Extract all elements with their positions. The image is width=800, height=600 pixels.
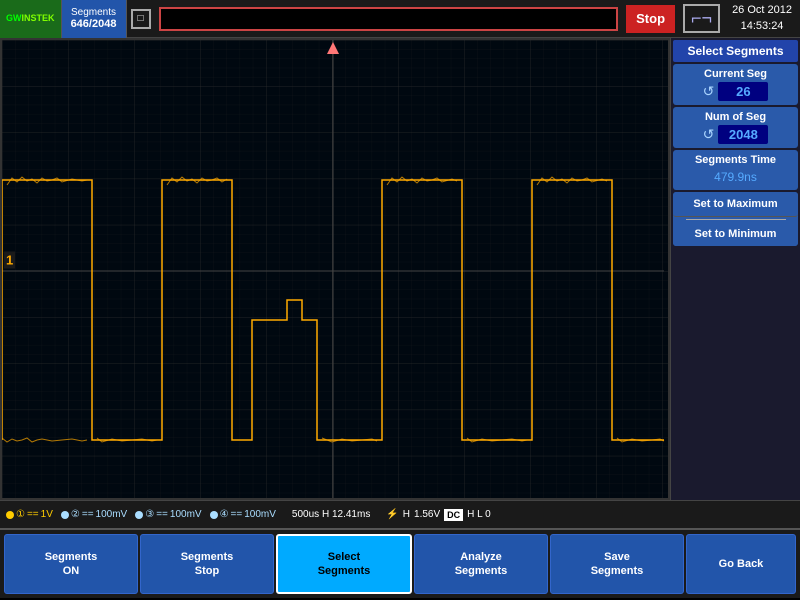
scope-screen: 1 xyxy=(0,38,670,500)
datetime: 26 Oct 2012 14:53:24 xyxy=(724,1,800,36)
ch2-equals: == xyxy=(82,509,94,520)
ch2-value: 100mV xyxy=(96,509,128,520)
set-to-maximum-button[interactable]: Set to Maximum xyxy=(673,192,798,217)
ch1-marker: 1 xyxy=(4,251,15,268)
dc-badge: DC xyxy=(444,509,463,521)
ch4-equals: == xyxy=(231,509,243,520)
analyze-segments-line1: Analyze xyxy=(460,550,502,564)
ch1-num: ① xyxy=(16,509,25,520)
ch1-value: 1V xyxy=(41,509,53,520)
segments-time-label: Segments Time xyxy=(695,154,776,166)
ch4-dot xyxy=(210,511,218,519)
waveform-svg xyxy=(2,40,668,498)
gwinstek-logo: GWINSTEK xyxy=(0,0,62,38)
segments-on-line2: ON xyxy=(63,564,80,578)
main-area: 1 Select Segments Current Seg ↺ 26 Num o… xyxy=(0,38,800,500)
ch2-dot xyxy=(61,511,69,519)
trigger-h-label: H xyxy=(403,509,410,520)
segments-on-line1: Segments xyxy=(45,550,98,564)
segments-time-block: Segments Time 479.9ns xyxy=(673,150,798,190)
trigger-h-value: 1.56V xyxy=(414,509,440,520)
current-seg-label: Current Seg xyxy=(704,68,767,80)
hl-values: H L 0 xyxy=(467,509,491,520)
ch1-indicator: ① == 1V xyxy=(6,509,53,520)
num-of-seg-block: Num of Seg ↺ 2048 xyxy=(673,107,798,148)
segments-on-button[interactable]: Segments ON xyxy=(4,534,138,594)
save-segments-button[interactable]: Save Segments xyxy=(550,534,684,594)
segments-time-value: 479.9ns xyxy=(712,168,759,186)
h-value: 12.41ms xyxy=(332,509,370,520)
status-bar: ① == 1V ② == 100mV ③ == 100mV ④ == 100mV… xyxy=(0,500,800,528)
num-of-seg-reset-icon[interactable]: ↺ xyxy=(703,126,715,143)
analyze-segments-button[interactable]: Analyze Segments xyxy=(414,534,548,594)
timebase-info: 500us H 12.41ms xyxy=(292,509,370,520)
go-back-button[interactable]: Go Back xyxy=(686,534,796,594)
num-of-seg-value: 2048 xyxy=(718,125,768,144)
ch3-num: ③ xyxy=(145,509,154,520)
save-segments-line2: Segments xyxy=(591,564,644,578)
ch3-dot xyxy=(135,511,143,519)
current-seg-block: Current Seg ↺ 26 xyxy=(673,64,798,105)
current-seg-reset-icon[interactable]: ↺ xyxy=(703,83,715,100)
trigger-info: ⚡ H 1.56V DC H L 0 xyxy=(386,509,490,521)
segments-stop-line2: Stop xyxy=(195,564,219,578)
stop-button[interactable]: Stop xyxy=(626,5,675,33)
divider xyxy=(686,219,786,220)
ch4-value: 100mV xyxy=(244,509,276,520)
set-max-min-block: Set to Maximum Set to Minimum xyxy=(673,192,798,246)
ch4-indicator: ④ == 100mV xyxy=(210,509,276,520)
timebase-h: H xyxy=(322,509,329,520)
ch3-indicator: ③ == 100mV xyxy=(135,509,201,520)
select-segments-header: Select Segments xyxy=(673,40,798,62)
go-back-label: Go Back xyxy=(719,557,764,571)
trigger-display xyxy=(159,7,619,31)
ch1-dot xyxy=(6,511,14,519)
save-segments-line1: Save xyxy=(604,550,630,564)
ch2-indicator: ② == 100mV xyxy=(61,509,127,520)
segments-value: 646/2048 xyxy=(71,18,117,30)
top-bar: GWINSTEK Segments 646/2048 □ Stop ⌐¬ 26 … xyxy=(0,0,800,38)
select-segments-line1: Select xyxy=(328,550,360,564)
waveform-indicator: □ xyxy=(131,9,151,29)
segments-counter: Segments 646/2048 xyxy=(62,0,127,38)
select-segments-button[interactable]: Select Segments xyxy=(276,534,412,594)
ch2-num: ② xyxy=(71,509,80,520)
date: 26 Oct 2012 xyxy=(732,3,792,18)
analyze-segments-line2: Segments xyxy=(455,564,508,578)
set-to-minimum-button[interactable]: Set to Minimum xyxy=(673,222,798,246)
current-seg-value: 26 xyxy=(718,82,768,101)
timebase-value: 500us xyxy=(292,509,319,520)
right-panel: Select Segments Current Seg ↺ 26 Num of … xyxy=(670,38,800,500)
trigger-icon: ⌐¬ xyxy=(683,4,720,33)
trigger-icon-small: ⚡ xyxy=(386,509,398,520)
select-segments-line2: Segments xyxy=(318,564,371,578)
time: 14:53:24 xyxy=(732,19,792,34)
num-of-seg-label: Num of Seg xyxy=(705,111,766,123)
ch3-equals: == xyxy=(156,509,168,520)
bottom-bar: Segments ON Segments Stop Select Segment… xyxy=(0,528,800,598)
ch1-equals: == xyxy=(27,509,39,520)
segments-stop-button[interactable]: Segments Stop xyxy=(140,534,274,594)
ch3-value: 100mV xyxy=(170,509,202,520)
segments-label: Segments xyxy=(71,7,116,18)
segments-stop-line1: Segments xyxy=(181,550,234,564)
ch4-num: ④ xyxy=(220,509,229,520)
